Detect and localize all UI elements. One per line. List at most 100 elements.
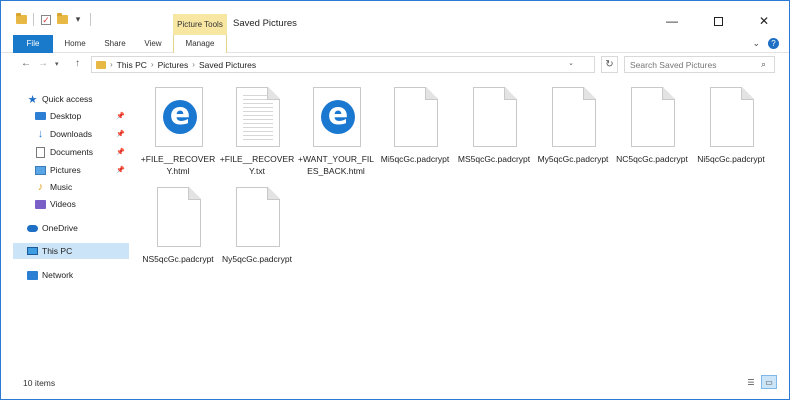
up-arrow-icon[interactable]: ↑ xyxy=(75,58,80,69)
ribbon-tabs: File Home Share View Manage ⌄ ? xyxy=(1,35,789,53)
search-icon[interactable]: ⌕ xyxy=(761,59,766,70)
search-input[interactable] xyxy=(624,56,775,73)
close-icon: ✕ xyxy=(758,14,770,28)
edge-html-file-icon xyxy=(155,87,203,147)
minimize-button[interactable]: — xyxy=(649,11,695,31)
customize-toolbar-icon[interactable]: ▾ xyxy=(72,14,84,25)
pin-icon[interactable]: 📌 xyxy=(116,148,125,156)
file-list: +FILE__RECOVERY.html +FILE__RECOVERY.txt… xyxy=(135,83,781,373)
file-item[interactable]: My5qcGc.padcrypt xyxy=(534,87,612,183)
file-item[interactable]: +WANT_YOUR_FILES_BACK.html xyxy=(297,87,375,183)
file-item[interactable]: Ni5qcGc.padcrypt xyxy=(692,87,770,183)
this-pc-icon xyxy=(27,246,38,257)
file-name: Ny5qcGc.padcrypt xyxy=(222,254,292,264)
chevron-right-icon[interactable]: › xyxy=(192,60,195,69)
folder-icon[interactable] xyxy=(15,13,27,25)
blank-file-icon xyxy=(234,187,282,247)
sidebar-item-downloads[interactable]: ↓ Downloads 📌 xyxy=(35,126,129,142)
file-item[interactable]: MS5qcGc.padcrypt xyxy=(455,87,533,183)
file-item[interactable]: NC5qcGc.padcrypt xyxy=(613,87,691,183)
file-item[interactable]: NS5qcGc.padcrypt xyxy=(139,187,217,283)
sidebar-item-label: Music xyxy=(50,182,73,192)
maximize-button[interactable] xyxy=(695,11,741,31)
videos-icon xyxy=(35,199,46,210)
pin-icon[interactable]: 📌 xyxy=(116,166,125,174)
tab-manage[interactable]: Manage xyxy=(173,35,227,53)
sidebar-item-desktop[interactable]: Desktop 📌 xyxy=(35,108,129,124)
status-bar: 10 items ☰ ▭ xyxy=(1,373,789,399)
blank-file-icon xyxy=(392,87,440,147)
refresh-button[interactable]: ↻ xyxy=(601,56,618,73)
folder-icon xyxy=(96,60,106,69)
tab-home[interactable]: Home xyxy=(59,35,91,53)
new-folder-icon[interactable] xyxy=(56,13,68,25)
breadcrumb-this-pc[interactable]: This PC xyxy=(117,60,147,70)
close-button[interactable]: ✕ xyxy=(741,11,787,31)
tab-view[interactable]: View xyxy=(139,35,167,53)
large-icons-view-button[interactable]: ▭ xyxy=(761,375,777,389)
file-item[interactable]: +FILE__RECOVERY.txt xyxy=(218,87,296,183)
recent-locations-icon[interactable]: ▾ xyxy=(55,60,59,68)
explorer-window: ✓ ▾ Picture Tools Saved Pictures — ✕ Fil… xyxy=(0,0,790,400)
sidebar-item-documents[interactable]: Documents 📌 xyxy=(35,144,129,160)
music-icon: ♪ xyxy=(37,181,44,193)
title-bar: ✓ ▾ Picture Tools Saved Pictures — ✕ xyxy=(1,1,789,35)
edge-html-file-icon xyxy=(313,87,361,147)
blank-file-icon xyxy=(550,87,598,147)
window-title: Saved Pictures xyxy=(233,18,297,29)
file-name: MS5qcGc.padcrypt xyxy=(457,154,531,164)
sidebar-item-pictures[interactable]: Pictures 📌 xyxy=(35,162,129,178)
sidebar-item-quick-access[interactable]: ★ Quick access xyxy=(27,91,129,107)
pin-icon[interactable]: 📌 xyxy=(116,112,125,120)
network-icon xyxy=(27,270,38,281)
sidebar-item-music[interactable]: ♪ Music xyxy=(35,179,129,195)
address-bar[interactable]: › This PC › Pictures › Saved Pictures ⌄ xyxy=(91,56,595,73)
expand-ribbon-icon[interactable]: ⌄ xyxy=(752,38,760,49)
large-icons-view-icon: ▭ xyxy=(765,377,773,387)
documents-icon xyxy=(35,146,46,158)
onedrive-icon xyxy=(27,223,38,234)
sidebar-item-label: This PC xyxy=(42,246,73,256)
back-arrow-icon[interactable]: ← xyxy=(21,58,31,69)
text-file-icon xyxy=(234,87,282,147)
navigation-bar: ← → ▾ ↑ › This PC › Pictures › Saved Pic… xyxy=(1,53,789,75)
sidebar-item-label: OneDrive xyxy=(42,223,78,233)
blank-file-icon xyxy=(155,187,203,247)
sidebar-item-this-pc[interactable]: This PC xyxy=(13,243,129,259)
chevron-down-icon[interactable]: ⌄ xyxy=(568,59,574,67)
sidebar-item-videos[interactable]: Videos xyxy=(35,196,129,212)
blank-file-icon xyxy=(629,87,677,147)
chevron-right-icon[interactable]: › xyxy=(110,60,113,69)
properties-icon[interactable]: ✓ xyxy=(40,14,52,25)
tab-file[interactable]: File xyxy=(13,35,53,53)
pin-icon[interactable]: 📌 xyxy=(116,130,125,138)
file-item[interactable]: +FILE__RECOVERY.html xyxy=(139,87,217,183)
breadcrumb-saved-pictures[interactable]: Saved Pictures xyxy=(199,60,256,70)
sidebar-item-label: Desktop xyxy=(50,111,82,121)
tab-share[interactable]: Share xyxy=(99,35,131,53)
details-view-icon: ☰ xyxy=(747,377,755,387)
details-view-button[interactable]: ☰ xyxy=(743,375,759,389)
minimize-icon: — xyxy=(666,14,678,28)
quick-access-toolbar: ✓ ▾ xyxy=(15,13,93,26)
refresh-icon: ↻ xyxy=(605,59,614,70)
download-icon: ↓ xyxy=(37,128,44,140)
file-item[interactable]: Mi5qcGc.padcrypt xyxy=(376,87,454,183)
file-name: Ni5qcGc.padcrypt xyxy=(697,154,765,164)
file-name: NC5qcGc.padcrypt xyxy=(616,154,688,164)
help-icon[interactable]: ? xyxy=(768,38,779,49)
sidebar-item-onedrive[interactable]: OneDrive xyxy=(27,220,129,236)
file-item[interactable]: Ny5qcGc.padcrypt xyxy=(218,187,296,283)
file-name: +FILE__RECOVERY.html xyxy=(140,154,216,176)
file-name: Mi5qcGc.padcrypt xyxy=(380,154,450,164)
breadcrumb-pictures[interactable]: Pictures xyxy=(158,60,189,70)
chevron-right-icon[interactable]: › xyxy=(151,60,154,69)
desktop-icon xyxy=(35,111,46,122)
navigation-pane: ★ Quick access Desktop 📌 ↓ Downloads 📌 D… xyxy=(1,83,129,373)
toolbar-divider xyxy=(33,13,34,26)
star-icon: ★ xyxy=(27,93,38,106)
forward-arrow-icon[interactable]: → xyxy=(38,58,48,69)
item-count: 10 items xyxy=(23,378,56,388)
sidebar-item-label: Quick access xyxy=(42,94,93,104)
sidebar-item-network[interactable]: Network xyxy=(27,267,129,283)
